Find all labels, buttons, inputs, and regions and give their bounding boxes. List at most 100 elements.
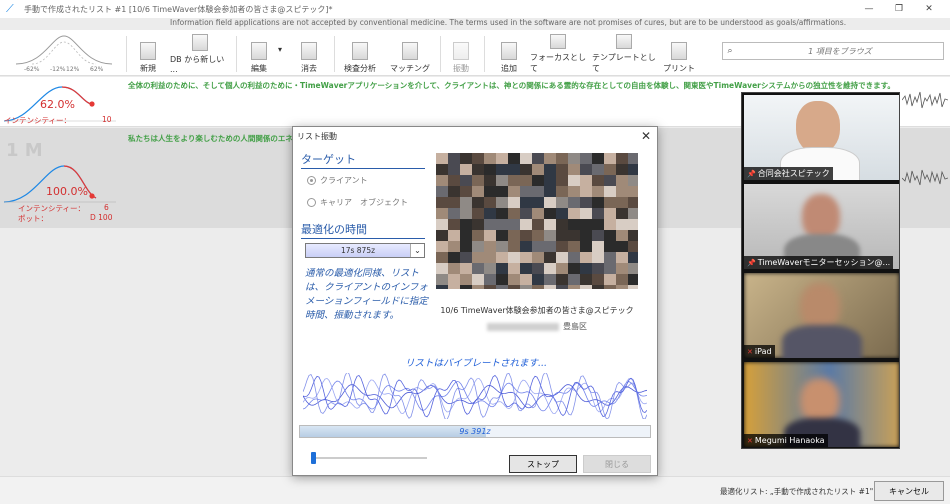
photo-pixel — [556, 164, 568, 175]
photo-pixel — [436, 186, 448, 197]
photo-pixel — [604, 208, 616, 219]
photo-pixel — [556, 274, 568, 285]
photo-pixel — [556, 153, 568, 164]
vibrate-icon — [453, 42, 469, 60]
photo-pixel — [460, 252, 472, 263]
slider-handle[interactable] — [311, 452, 316, 464]
restore-icon[interactable]: ❐ — [884, 0, 914, 18]
new-button[interactable]: 新規 — [136, 34, 160, 74]
search-box[interactable]: ⌕ — [722, 42, 944, 60]
photo-pixel — [448, 241, 460, 252]
photo-pixel — [460, 197, 472, 208]
delete-button[interactable]: 消去 — [294, 34, 324, 74]
participant-name: ✕ Megumi Hanaoka — [744, 434, 828, 447]
object-label: オブジェクト — [360, 198, 408, 207]
print-icon — [671, 42, 687, 60]
volume-slider[interactable] — [311, 452, 427, 464]
edit-button[interactable]: 編集 — [244, 34, 274, 74]
photo-pixel — [484, 208, 496, 219]
photo-pixel — [580, 219, 592, 230]
intensity-curve — [3, 165, 116, 203]
photo-pixel — [592, 241, 604, 252]
participant-tile[interactable]: ✕ Megumi Hanaoka — [744, 362, 899, 447]
photo-pixel — [604, 230, 616, 241]
photo-pixel — [592, 219, 604, 230]
template-icon — [616, 34, 632, 49]
photo-pixel — [472, 186, 484, 197]
photo-pixel — [436, 153, 448, 164]
photo-pixel — [460, 175, 472, 186]
analysis-button[interactable]: 検査分析 — [342, 34, 378, 74]
photo-pixel — [484, 186, 496, 197]
photo-pixel — [544, 252, 556, 263]
database-icon — [192, 34, 208, 51]
photo-pixel — [436, 263, 448, 274]
chevron-down-icon: ▾ — [277, 45, 282, 54]
close-icon[interactable]: ✕ — [641, 129, 651, 143]
potency-value: D 100 — [90, 213, 113, 222]
intensity-label: インテンシティー： — [4, 116, 72, 125]
matching-icon — [402, 42, 418, 60]
photo-pixel — [508, 285, 520, 289]
participant-tile[interactable]: 📌 合同会社スピテック — [744, 95, 899, 180]
radio-client[interactable]: クライアント — [307, 175, 368, 186]
toolbar-separator — [334, 36, 335, 72]
minimize-icon[interactable]: — — [854, 0, 884, 18]
photo-pixel — [436, 219, 448, 230]
new-from-db-button[interactable]: DB から新しい ... — [170, 34, 230, 74]
photo-pixel — [532, 197, 544, 208]
photo-pixel — [532, 241, 544, 252]
photo-pixel — [580, 241, 592, 252]
edit-dropdown-button[interactable]: ▾ — [276, 34, 284, 74]
photo-pixel — [436, 208, 448, 219]
photo-pixel — [580, 252, 592, 263]
matching-button[interactable]: マッチング — [390, 34, 430, 74]
search-input[interactable] — [737, 46, 943, 56]
photo-pixel — [544, 285, 556, 289]
vibration-waveform — [303, 373, 647, 419]
as-template-button[interactable]: テンプレートとして — [592, 34, 656, 74]
photo-pixel — [484, 164, 496, 175]
radio-carrier[interactable]: キャリア オブジェクト — [307, 197, 408, 208]
participant-tile[interactable]: 📌 TimeWaverモニターセッション@... — [744, 184, 899, 269]
participant-tile[interactable]: ✕ iPad — [744, 273, 899, 358]
photo-pixel — [628, 241, 638, 252]
photo-pixel — [448, 263, 460, 274]
photo-pixel — [580, 164, 592, 175]
add-button[interactable]: 追加 — [494, 34, 524, 74]
cancel-button[interactable]: キャンセル — [874, 481, 944, 501]
print-button[interactable]: プリント — [662, 34, 696, 74]
time-select[interactable]: 17s 875z ⌄ — [305, 243, 425, 258]
photo-pixel — [532, 252, 544, 263]
photo-pixel — [508, 241, 520, 252]
photo-pixel — [616, 274, 628, 285]
photo-pixel — [532, 230, 544, 241]
photo-pixel — [532, 175, 544, 186]
photo-pixel — [448, 285, 460, 289]
vibrate-button[interactable]: 振動 — [446, 34, 476, 74]
photo-pixel — [484, 153, 496, 164]
photo-pixel — [580, 208, 592, 219]
client-photo — [436, 153, 638, 289]
stop-button[interactable]: ストップ — [509, 455, 577, 473]
photo-pixel — [616, 230, 628, 241]
photo-pixel — [472, 241, 484, 252]
delete-icon — [301, 42, 317, 60]
photo-pixel — [484, 175, 496, 186]
close-window-icon[interactable]: ✕ — [914, 0, 944, 18]
photo-pixel — [472, 153, 484, 164]
radio-selected-icon — [307, 176, 316, 185]
photo-pixel — [568, 274, 580, 285]
as-focus-button[interactable]: フォーカスとして — [530, 34, 586, 74]
photo-pixel — [520, 219, 532, 230]
photo-pixel — [628, 164, 638, 175]
photo-pixel — [616, 285, 628, 289]
photo-pixel — [556, 252, 568, 263]
toolbar-separator — [126, 36, 127, 72]
photo-pixel — [496, 285, 508, 289]
vibrating-status: リストはバイブレートされます... — [404, 358, 548, 369]
close-button[interactable]: 閉じる — [583, 455, 651, 473]
photo-pixel — [472, 230, 484, 241]
photo-pixel — [556, 285, 568, 289]
photo-pixel — [508, 197, 520, 208]
